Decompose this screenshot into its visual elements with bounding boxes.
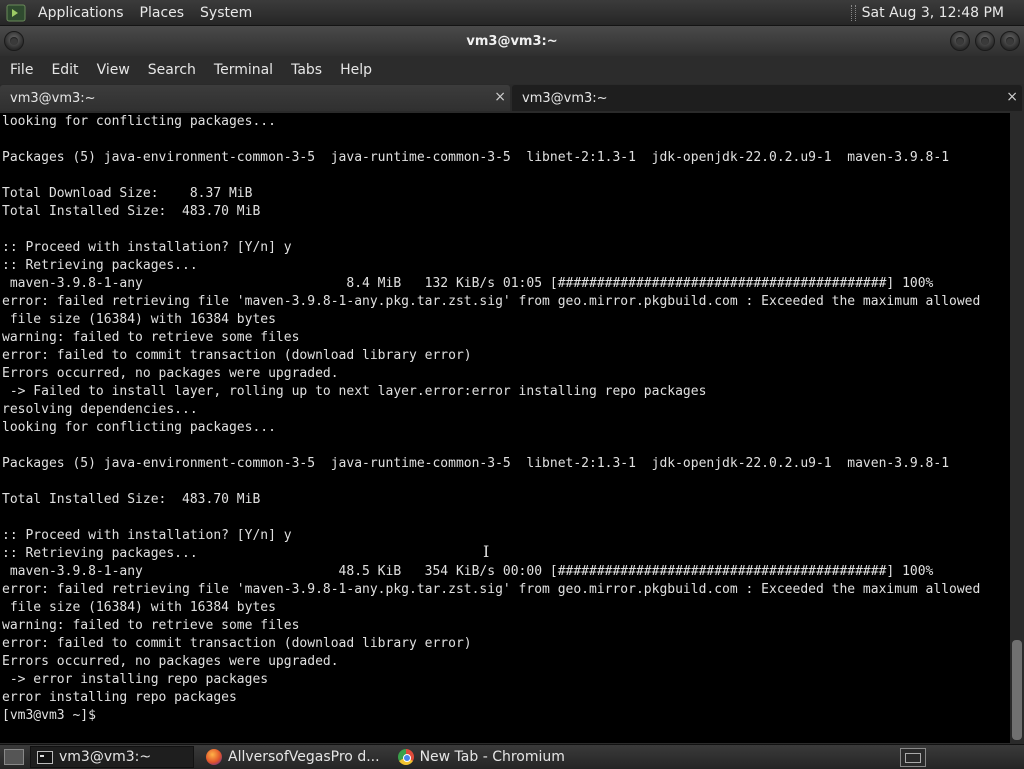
terminal-line: :: Proceed with installation? [Y/n] y <box>2 240 292 255</box>
tab-2[interactable]: vm3@vm3:~ × <box>512 85 1022 111</box>
system-menu[interactable]: System <box>196 5 256 21</box>
taskbar-item-firefox[interactable]: AllversofVegasPro d... <box>200 747 386 767</box>
terminal-icon <box>37 750 53 764</box>
terminal-line: error: failed retrieving file 'maven-3.9… <box>2 582 981 597</box>
task-label: AllversofVegasPro d... <box>228 749 380 765</box>
applications-menu[interactable]: Applications <box>34 5 128 21</box>
places-menu[interactable]: Places <box>136 5 189 21</box>
terminal-line: error installing repo packages <box>2 690 237 705</box>
firefox-icon <box>206 749 222 765</box>
tab-1[interactable]: vm3@vm3:~ × <box>0 85 510 111</box>
top-panel: Applications Places System Sat Aug 3, 12… <box>0 0 1024 26</box>
tab-label: vm3@vm3:~ <box>522 90 608 106</box>
menu-file[interactable]: File <box>2 62 41 78</box>
scrollbar-thumb[interactable] <box>1012 640 1022 740</box>
window-title: vm3@vm3:~ <box>466 33 558 49</box>
window-titlebar[interactable]: vm3@vm3:~ <box>0 26 1024 56</box>
terminal-line: :: Proceed with installation? [Y/n] y <box>2 528 292 543</box>
text-cursor-icon: I <box>483 542 490 561</box>
maximize-button[interactable] <box>975 31 995 51</box>
tab-label: vm3@vm3:~ <box>10 90 96 106</box>
panel-handle[interactable] <box>850 4 856 21</box>
window-menu-button[interactable] <box>4 31 24 51</box>
terminal-line: error: failed to commit transaction (dow… <box>2 348 472 363</box>
taskbar: vm3@vm3:~ AllversofVegasPro d... New Tab… <box>0 744 1024 769</box>
terminal-line: file size (16384) with 16384 bytes <box>2 312 276 327</box>
task-label: New Tab - Chromium <box>419 749 565 765</box>
terminal-line: error: failed retrieving file 'maven-3.9… <box>2 294 981 309</box>
terminal-line: Packages (5) java-environment-common-3-5… <box>2 150 950 165</box>
minimize-button[interactable] <box>950 31 970 51</box>
terminal-output[interactable]: looking for conflicting packages... Packa… <box>0 113 1010 743</box>
terminal-line: [vm3@vm3 ~]$ <box>2 708 104 723</box>
task-label: vm3@vm3:~ <box>59 749 152 765</box>
terminal-line: Packages (5) java-environment-common-3-5… <box>2 456 950 471</box>
workspace-switcher-icon[interactable] <box>900 748 926 767</box>
menu-edit[interactable]: Edit <box>43 62 86 78</box>
menubar: File Edit View Search Terminal Tabs Help <box>0 56 1024 84</box>
tab-close-icon[interactable]: × <box>1006 89 1018 105</box>
terminal-line: :: Retrieving packages... <box>2 546 198 561</box>
distro-logo-icon[interactable] <box>6 3 26 23</box>
terminal-line: Errors occurred, no packages were upgrad… <box>2 654 339 669</box>
terminal-line: warning: failed to retrieve some files <box>2 618 300 633</box>
menu-search[interactable]: Search <box>140 62 204 78</box>
terminal-line: -> error installing repo packages <box>2 672 269 687</box>
terminal-line: looking for conflicting packages... <box>2 114 276 129</box>
terminal-line: Total Installed Size: 483.70 MiB <box>2 204 261 219</box>
terminal-line: -> Failed to install layer, rolling up t… <box>2 384 707 399</box>
taskbar-item-chromium[interactable]: New Tab - Chromium <box>392 747 571 767</box>
close-window-button[interactable] <box>1000 31 1020 51</box>
terminal-line: error: failed to commit transaction (dow… <box>2 636 472 651</box>
terminal-line: Total Download Size: 8.37 MiB <box>2 186 253 201</box>
menu-tabs[interactable]: Tabs <box>283 62 330 78</box>
chromium-icon <box>397 749 414 765</box>
clock[interactable]: Sat Aug 3, 12:48 PM <box>862 5 1004 21</box>
show-desktop-button[interactable] <box>4 749 24 765</box>
tab-bar: vm3@vm3:~ × vm3@vm3:~ × <box>0 85 1024 113</box>
menu-view[interactable]: View <box>89 62 138 78</box>
menu-help[interactable]: Help <box>332 62 380 78</box>
terminal-line: maven-3.9.8-1-any 48.5 KiB 354 KiB/s 00:… <box>2 564 934 579</box>
tab-close-icon[interactable]: × <box>494 89 506 105</box>
terminal-line: Errors occurred, no packages were upgrad… <box>2 366 339 381</box>
terminal-line: maven-3.9.8-1-any 8.4 MiB 132 KiB/s 01:0… <box>2 276 934 291</box>
terminal-line: :: Retrieving packages... <box>2 258 198 273</box>
terminal-line: warning: failed to retrieve some files <box>2 330 300 345</box>
terminal-scrollbar[interactable] <box>1010 113 1024 743</box>
taskbar-item-terminal[interactable]: vm3@vm3:~ <box>30 746 194 768</box>
terminal-line: Total Installed Size: 483.70 MiB <box>2 492 261 507</box>
terminal-line: looking for conflicting packages... <box>2 420 276 435</box>
terminal-line: resolving dependencies... <box>2 402 198 417</box>
menu-terminal[interactable]: Terminal <box>206 62 281 78</box>
terminal-line: file size (16384) with 16384 bytes <box>2 600 276 615</box>
